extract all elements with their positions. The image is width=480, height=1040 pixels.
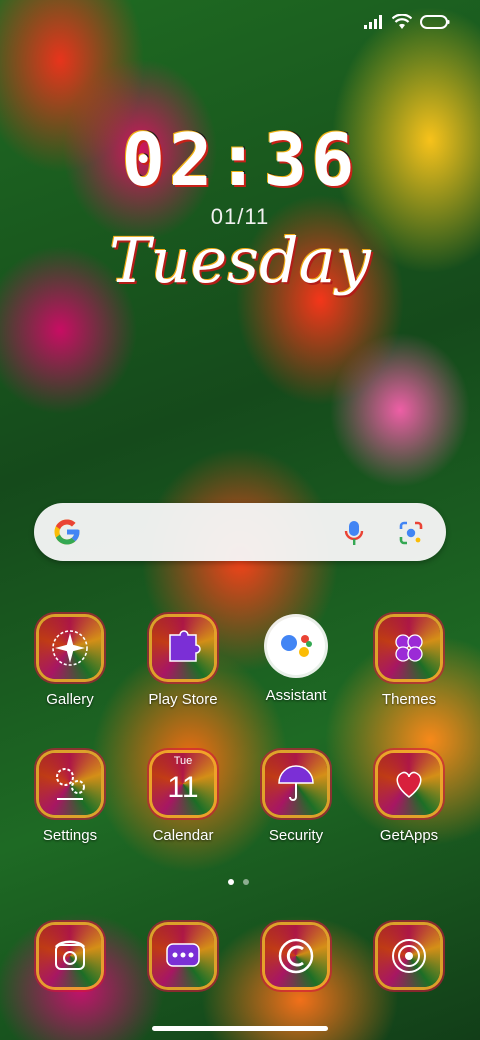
browser-icon	[265, 925, 327, 987]
assistant-icon	[267, 617, 325, 675]
dock-camera[interactable]	[354, 925, 464, 987]
app-label: Calendar	[152, 827, 214, 844]
play-store-icon	[152, 617, 214, 679]
calendar-date: 11	[167, 771, 199, 804]
app-label: Assistant	[265, 687, 327, 704]
dock-messages[interactable]	[128, 925, 238, 987]
page-dot-active[interactable]	[228, 879, 234, 885]
app-getapps[interactable]: GetApps	[354, 753, 464, 844]
app-label: Settings	[42, 827, 98, 844]
dock-phone[interactable]	[15, 925, 125, 987]
calendar-icon: Tue 11	[152, 753, 214, 815]
gallery-icon	[39, 617, 101, 679]
mic-icon[interactable]	[342, 519, 366, 547]
clock-widget[interactable]: 02:36 01/11 Tuesday	[0, 118, 480, 297]
app-label: Gallery	[46, 691, 94, 708]
themes-icon	[378, 617, 440, 679]
app-calendar[interactable]: Tue 11 Calendar	[128, 753, 238, 844]
app-gallery[interactable]: Gallery	[15, 617, 125, 708]
messages-icon	[152, 925, 214, 987]
lens-icon[interactable]	[398, 520, 424, 546]
google-search-bar[interactable]	[34, 503, 446, 561]
camera-icon	[378, 925, 440, 987]
app-label: Themes	[381, 691, 437, 708]
app-play-store[interactable]: Play Store	[128, 617, 238, 708]
getapps-icon	[378, 753, 440, 815]
dock-browser[interactable]	[241, 925, 351, 987]
clock-weekday: Tuesday	[109, 224, 371, 297]
app-label: Play Store	[148, 691, 218, 708]
phone-icon	[39, 925, 101, 987]
clock-time: 02:36	[121, 118, 359, 202]
calendar-day: Tue	[173, 755, 193, 767]
wifi-icon	[392, 14, 412, 29]
page-dot[interactable]	[243, 879, 249, 885]
app-label: Security	[268, 827, 324, 844]
page-indicator	[228, 879, 249, 885]
app-assistant[interactable]: Assistant	[241, 617, 351, 704]
app-label: GetApps	[379, 827, 439, 844]
app-settings[interactable]: Settings	[15, 753, 125, 844]
app-themes[interactable]: Themes	[354, 617, 464, 708]
battery-icon	[420, 15, 450, 29]
settings-icon	[39, 753, 101, 815]
status-bar	[364, 14, 450, 30]
home-gesture-bar[interactable]	[152, 1026, 328, 1031]
app-security[interactable]: Security	[241, 753, 351, 844]
signal-icon	[364, 15, 382, 29]
security-icon	[265, 753, 327, 815]
google-g-icon	[54, 519, 80, 545]
